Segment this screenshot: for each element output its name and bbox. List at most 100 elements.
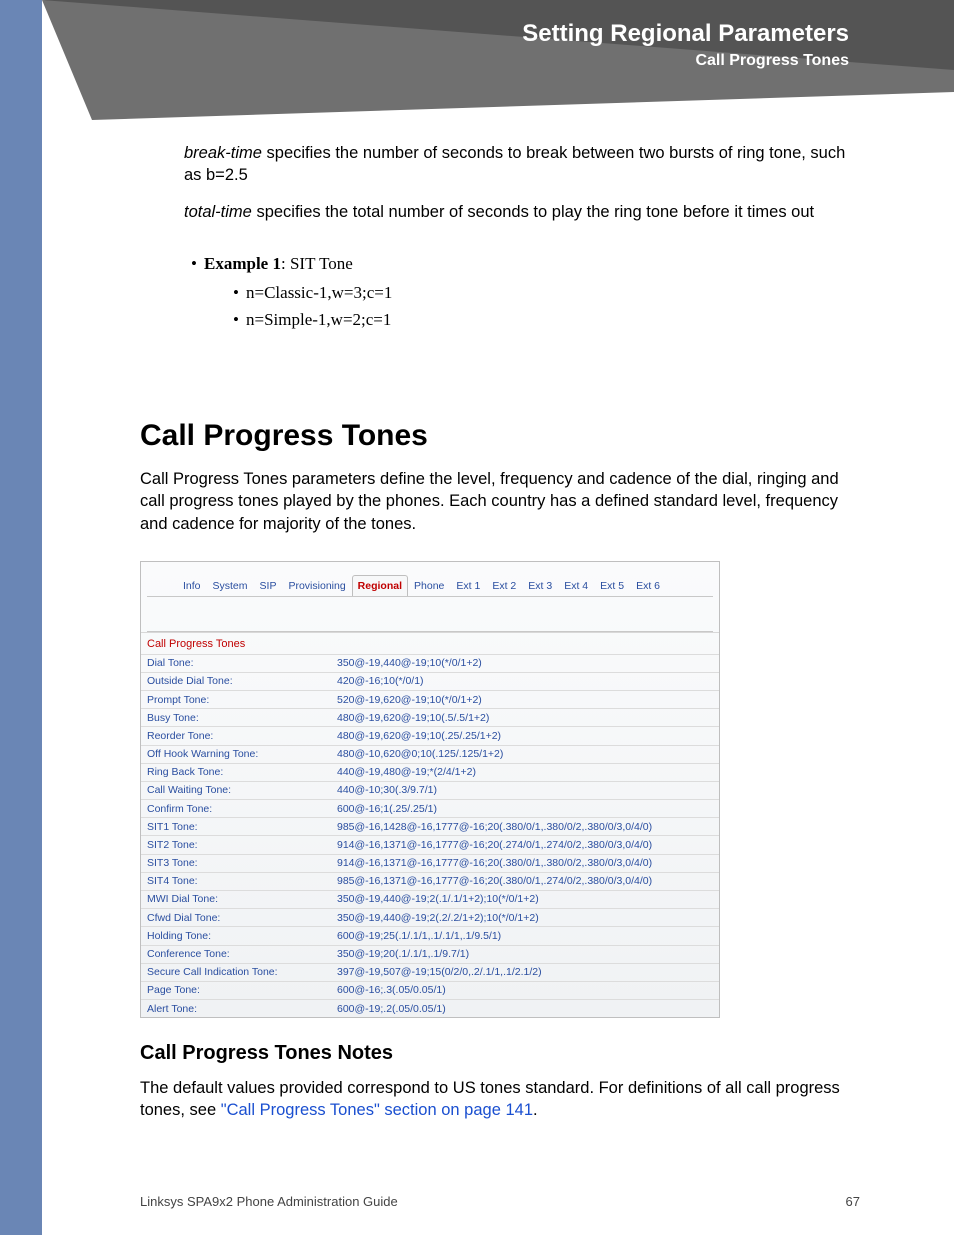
param-value[interactable]: 350@-19;20(.1/.1/1,.1/9.7/1) xyxy=(337,947,713,961)
param-row: Holding Tone:600@-19;25(.1/.1/1,.1/.1/1,… xyxy=(141,926,719,944)
param-value[interactable]: 600@-16;1(.25/.25/1) xyxy=(337,802,713,816)
param-value[interactable]: 440@-19,480@-19;*(2/4/1+2) xyxy=(337,765,713,779)
param-value[interactable]: 600@-19;25(.1/.1/1,.1/.1/1,.1/9.5/1) xyxy=(337,929,713,943)
param-label: SIT1 Tone: xyxy=(147,820,337,834)
tab-system[interactable]: System xyxy=(207,575,254,596)
param-value[interactable]: 914@-16,1371@-16,1777@-16;20(.274/0/1,.2… xyxy=(337,838,713,852)
example-label: Example 1 xyxy=(204,254,281,273)
header-banner: Setting Regional Parameters Call Progres… xyxy=(42,0,954,130)
param-row: SIT4 Tone:985@-16,1371@-16,1777@-16;20(.… xyxy=(141,872,719,890)
intro-paragraph-2: total-time specifies the total number of… xyxy=(184,201,860,223)
left-accent-bar xyxy=(0,0,42,1235)
param-label: Cfwd Dial Tone: xyxy=(147,911,337,925)
param-value[interactable]: 914@-16,1371@-16,1777@-16;20(.380/0/1,.3… xyxy=(337,856,713,870)
param-label: MWI Dial Tone: xyxy=(147,892,337,906)
param-value[interactable]: 985@-16,1371@-16,1777@-16;20(.380/0/1,.2… xyxy=(337,874,713,888)
param-value[interactable]: 480@-19,620@-19;10(.5/.5/1+2) xyxy=(337,711,713,725)
param-row: Off Hook Warning Tone:480@-10,620@0;10(.… xyxy=(141,745,719,763)
param-row: Alert Tone:600@-19;.2(.05/0.05/1) xyxy=(141,999,719,1017)
param-value[interactable]: 520@-19,620@-19;10(*/0/1+2) xyxy=(337,693,713,707)
param-label: Page Tone: xyxy=(147,983,337,997)
param-label: Ring Back Tone: xyxy=(147,765,337,779)
tab-ext-2[interactable]: Ext 2 xyxy=(486,575,522,596)
tab-sip[interactable]: SIP xyxy=(254,575,283,596)
param-row: Cfwd Dial Tone:350@-19,440@-19;2(.2/.2/1… xyxy=(141,908,719,926)
tabs-spacer xyxy=(147,596,713,632)
example-item: n=Classic-1,w=3;c=1 xyxy=(246,282,392,305)
param-value[interactable]: 350@-19,440@-19;10(*/0/1+2) xyxy=(337,656,713,670)
param-value[interactable]: 397@-19,507@-19;15(0/2/0,.2/.1/1,.1/2.1/… xyxy=(337,965,713,979)
param-value[interactable]: 350@-19,440@-19;2(.1/.1/1+2);10(*/0/1+2) xyxy=(337,892,713,906)
param-label: SIT4 Tone: xyxy=(147,874,337,888)
param-label: Conference Tone: xyxy=(147,947,337,961)
param-label: Confirm Tone: xyxy=(147,802,337,816)
param-label: Dial Tone: xyxy=(147,656,337,670)
param-row: SIT1 Tone:985@-16,1428@-16,1777@-16;20(.… xyxy=(141,817,719,835)
param-label: Secure Call Indication Tone: xyxy=(147,965,337,979)
tab-ext-3[interactable]: Ext 3 xyxy=(522,575,558,596)
param-row: Conference Tone:350@-19;20(.1/.1/1,.1/9.… xyxy=(141,945,719,963)
notes-heading: Call Progress Tones Notes xyxy=(140,1040,860,1067)
term-total-time: total-time xyxy=(184,203,252,221)
tab-info[interactable]: Info xyxy=(177,575,207,596)
cross-reference-link[interactable]: "Call Progress Tones" section on page 14… xyxy=(221,1101,533,1119)
param-value[interactable]: 420@-16;10(*/0/1) xyxy=(337,674,713,688)
tab-ext-6[interactable]: Ext 6 xyxy=(630,575,666,596)
param-value[interactable]: 480@-10,620@0;10(.125/.125/1+2) xyxy=(337,747,713,761)
param-row: SIT3 Tone:914@-16,1371@-16,1777@-16;20(.… xyxy=(141,854,719,872)
param-row: Secure Call Indication Tone:397@-19,507@… xyxy=(141,963,719,981)
intro-paragraph-1: break-time specifies the number of secon… xyxy=(184,142,860,187)
section-intro-paragraph: Call Progress Tones parameters define th… xyxy=(140,468,860,535)
param-label: Alert Tone: xyxy=(147,1002,337,1016)
bullet-icon: • xyxy=(226,282,246,305)
param-label: Call Waiting Tone: xyxy=(147,783,337,797)
bullet-icon: • xyxy=(184,253,204,276)
example-list: • Example 1: SIT Tone • n=Classic-1,w=3;… xyxy=(184,253,860,332)
param-value[interactable]: 600@-16;.3(.05/0.05/1) xyxy=(337,983,713,997)
footer-doc-title: Linksys SPA9x2 Phone Administration Guid… xyxy=(140,1194,398,1209)
footer-page-number: 67 xyxy=(846,1194,860,1209)
param-label: Reorder Tone: xyxy=(147,729,337,743)
param-label: Busy Tone: xyxy=(147,711,337,725)
tab-ext-1[interactable]: Ext 1 xyxy=(450,575,486,596)
term-break-time: break-time xyxy=(184,144,262,162)
page-header-subtitle: Call Progress Tones xyxy=(695,52,849,70)
tab-ext-4[interactable]: Ext 4 xyxy=(558,575,594,596)
tab-ext-5[interactable]: Ext 5 xyxy=(594,575,630,596)
tab-phone[interactable]: Phone xyxy=(408,575,450,596)
config-screenshot: InfoSystemSIPProvisioningRegionalPhoneEx… xyxy=(140,561,720,1018)
param-value[interactable]: 350@-19,440@-19;2(.2/.2/1+2);10(*/0/1+2) xyxy=(337,911,713,925)
param-row: Busy Tone:480@-19,620@-19;10(.5/.5/1+2) xyxy=(141,708,719,726)
param-row: Call Waiting Tone:440@-10;30(.3/9.7/1) xyxy=(141,781,719,799)
tab-regional[interactable]: Regional xyxy=(352,575,408,596)
panel-section-title: Call Progress Tones xyxy=(141,632,719,654)
params-list: Dial Tone:350@-19,440@-19;10(*/0/1+2)Out… xyxy=(141,654,719,1017)
param-row: Page Tone:600@-16;.3(.05/0.05/1) xyxy=(141,981,719,999)
param-row: Reorder Tone:480@-19,620@-19;10(.25/.25/… xyxy=(141,726,719,744)
param-label: Off Hook Warning Tone: xyxy=(147,747,337,761)
example-item: n=Simple-1,w=2;c=1 xyxy=(246,309,391,332)
param-label: SIT2 Tone: xyxy=(147,838,337,852)
notes-paragraph: The default values provided correspond t… xyxy=(140,1077,860,1122)
bullet-icon: • xyxy=(226,309,246,332)
param-row: Outside Dial Tone:420@-16;10(*/0/1) xyxy=(141,672,719,690)
param-row: Ring Back Tone:440@-19,480@-19;*(2/4/1+2… xyxy=(141,763,719,781)
param-value[interactable]: 600@-19;.2(.05/0.05/1) xyxy=(337,1002,713,1016)
tabs-row: InfoSystemSIPProvisioningRegionalPhoneEx… xyxy=(141,562,719,596)
section-heading: Call Progress Tones xyxy=(140,416,860,457)
page-footer: Linksys SPA9x2 Phone Administration Guid… xyxy=(140,1194,860,1209)
param-label: Outside Dial Tone: xyxy=(147,674,337,688)
param-row: Dial Tone:350@-19,440@-19;10(*/0/1+2) xyxy=(141,654,719,672)
param-value[interactable]: 985@-16,1428@-16,1777@-16;20(.380/0/1,.3… xyxy=(337,820,713,834)
param-value[interactable]: 480@-19,620@-19;10(.25/.25/1+2) xyxy=(337,729,713,743)
param-label: SIT3 Tone: xyxy=(147,856,337,870)
param-label: Holding Tone: xyxy=(147,929,337,943)
param-label: Prompt Tone: xyxy=(147,693,337,707)
param-row: MWI Dial Tone:350@-19,440@-19;2(.1/.1/1+… xyxy=(141,890,719,908)
page-header-title: Setting Regional Parameters xyxy=(522,20,849,48)
param-row: SIT2 Tone:914@-16,1371@-16,1777@-16;20(.… xyxy=(141,835,719,853)
param-row: Confirm Tone:600@-16;1(.25/.25/1) xyxy=(141,799,719,817)
tab-provisioning[interactable]: Provisioning xyxy=(282,575,351,596)
param-value[interactable]: 440@-10;30(.3/9.7/1) xyxy=(337,783,713,797)
param-row: Prompt Tone:520@-19,620@-19;10(*/0/1+2) xyxy=(141,690,719,708)
